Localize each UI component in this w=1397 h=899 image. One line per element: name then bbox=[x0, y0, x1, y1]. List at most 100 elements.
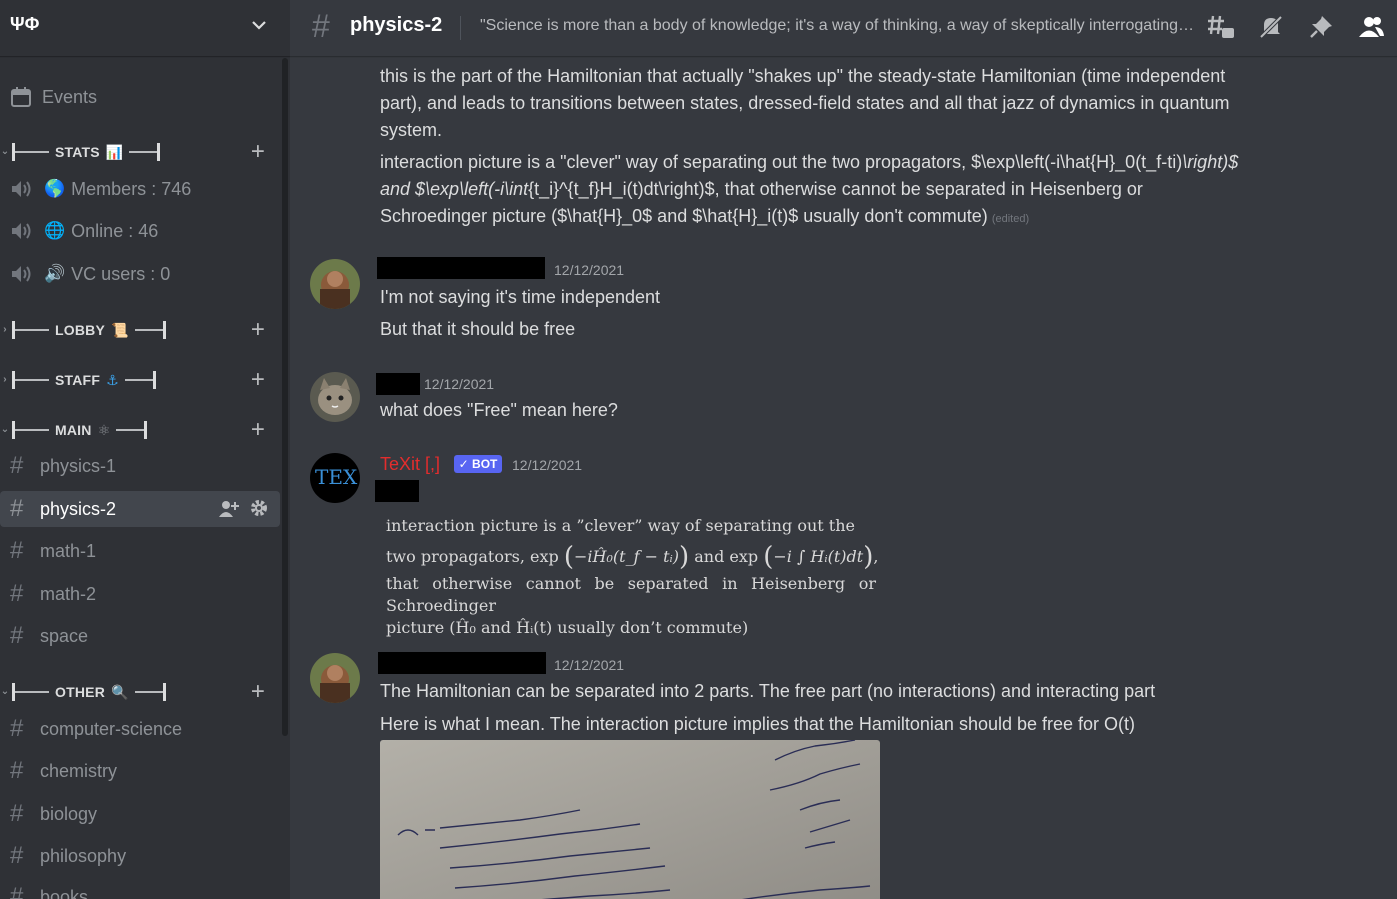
header-divider bbox=[460, 16, 461, 40]
channel-philosophy[interactable]: # philosophy bbox=[0, 838, 280, 874]
channel-label: Members : 746 bbox=[71, 178, 192, 199]
message-timestamp: 12/12/2021 bbox=[554, 262, 625, 278]
edited-label: (edited) bbox=[991, 213, 1030, 225]
message-content: The Hamiltonian can be separated into 2 … bbox=[380, 681, 1156, 701]
chevron-down-icon[interactable] bbox=[250, 16, 268, 34]
stat-channel-members[interactable]: 🌎 Members : 746 bbox=[0, 171, 280, 207]
message-content: this is the part of the Hamiltonian that… bbox=[380, 66, 1230, 140]
channel-books[interactable]: # books bbox=[0, 879, 280, 899]
redacted-mention bbox=[375, 480, 419, 502]
message-list: this is the part of the Hamiltonian that… bbox=[290, 56, 1397, 899]
redacted-username bbox=[376, 373, 420, 395]
channel-label: physics-2 bbox=[40, 498, 117, 519]
category-label: LOBBY bbox=[55, 322, 105, 338]
channel-math-1[interactable]: # math-1 bbox=[0, 533, 280, 569]
hash-icon: # bbox=[10, 452, 24, 479]
server-header[interactable]: ΨΦ bbox=[0, 0, 290, 56]
message-timestamp: 12/12/2021 bbox=[554, 657, 625, 673]
message-timestamp: 12/12/2021 bbox=[424, 376, 495, 392]
gear-icon[interactable] bbox=[250, 499, 268, 517]
header-toolbar bbox=[1206, 12, 1386, 42]
latex-render-image[interactable]: interaction picture is a ”clever” way of… bbox=[386, 510, 878, 639]
events-link[interactable]: Events bbox=[10, 84, 97, 110]
channel-label: philosophy bbox=[40, 845, 127, 866]
channel-label: physics-1 bbox=[40, 455, 117, 476]
category-other[interactable]: ⌄ OTHER 🔍 + bbox=[0, 680, 280, 704]
hash-icon: # bbox=[10, 757, 24, 784]
channel-label: VC users : 0 bbox=[71, 263, 171, 284]
speaker-icon bbox=[10, 179, 44, 199]
avatar[interactable] bbox=[310, 653, 360, 703]
channel-space[interactable]: # space bbox=[0, 618, 280, 654]
channel-label: chemistry bbox=[40, 760, 118, 781]
bot-username[interactable]: TeXit [,] bbox=[380, 454, 440, 475]
hash-icon: # bbox=[10, 800, 24, 827]
channel-label: math-1 bbox=[40, 540, 97, 561]
hash-icon: # bbox=[10, 715, 24, 742]
channel-sidebar: ΨΦ Events ⌄ STATS 📊 + 🌎 Members : 746 🌐 … bbox=[0, 0, 290, 899]
category-main[interactable]: ⌄ MAIN ⚛ + bbox=[0, 418, 280, 442]
channel-topic[interactable]: "Science is more than a body of knowledg… bbox=[480, 17, 1195, 35]
add-channel-icon[interactable]: + bbox=[248, 318, 268, 342]
add-channel-icon[interactable]: + bbox=[248, 368, 268, 392]
stat-channel-vc-users[interactable]: 🔊 VC users : 0 bbox=[0, 256, 280, 292]
pin-icon[interactable] bbox=[1306, 12, 1336, 42]
channel-header: # physics-2 "Science is more than a body… bbox=[290, 0, 1397, 56]
channel-label: computer-science bbox=[40, 718, 183, 739]
hash-icon: # bbox=[312, 8, 330, 44]
add-channel-icon[interactable]: + bbox=[248, 680, 268, 704]
category-lobby[interactable]: › LOBBY 📜 + bbox=[0, 318, 280, 342]
events-label: Events bbox=[42, 86, 98, 107]
bot-badge: ✓ BOT bbox=[454, 455, 502, 473]
category-stats[interactable]: ⌄ STATS 📊 + bbox=[0, 140, 280, 164]
texit-avatar[interactable]: TEX bbox=[310, 453, 360, 503]
speaker-emoji: 🔊 bbox=[44, 264, 66, 283]
chevron-down-icon: ⌄ bbox=[0, 146, 10, 157]
threads-icon[interactable] bbox=[1206, 12, 1236, 42]
channel-biology[interactable]: # biology bbox=[0, 796, 280, 832]
mute-bell-icon[interactable] bbox=[1256, 12, 1286, 42]
avatar[interactable] bbox=[310, 259, 360, 309]
channel-math-2[interactable]: # math-2 bbox=[0, 576, 280, 612]
avatar[interactable] bbox=[310, 372, 360, 422]
category-label: OTHER bbox=[55, 684, 105, 700]
redacted-username bbox=[377, 257, 545, 279]
message-content: interaction picture is a "clever" way of… bbox=[380, 152, 1239, 226]
message-content: Here is what I mean. The interaction pic… bbox=[380, 714, 1136, 734]
speaker-icon bbox=[10, 264, 44, 284]
add-channel-icon[interactable]: + bbox=[248, 140, 268, 164]
channel-title: physics-2 bbox=[350, 14, 443, 36]
add-member-icon[interactable] bbox=[218, 499, 240, 519]
globe-emoji: 🌐 bbox=[44, 221, 66, 240]
category-staff[interactable]: › STAFF ⚓ + bbox=[0, 368, 280, 392]
category-label: MAIN bbox=[55, 422, 92, 438]
scroll-emoji: 📜 bbox=[111, 321, 129, 338]
channel-label: Online : 46 bbox=[71, 220, 159, 241]
hash-icon: # bbox=[10, 580, 24, 607]
message-content: I'm not saying it's time independent bbox=[380, 287, 661, 307]
stat-channel-online[interactable]: 🌐 Online : 46 bbox=[0, 213, 280, 249]
anchor-emoji: ⚓ bbox=[106, 371, 119, 388]
channel-chemistry[interactable]: # chemistry bbox=[0, 753, 280, 789]
message-content: But that it should be free bbox=[380, 319, 576, 339]
redacted-username bbox=[378, 652, 546, 674]
category-label: STAFF bbox=[55, 372, 101, 388]
channel-physics-1[interactable]: # physics-1 bbox=[0, 448, 280, 484]
add-channel-icon[interactable]: + bbox=[248, 418, 268, 442]
channel-label: books bbox=[40, 886, 89, 899]
sidebar-scrollbar[interactable] bbox=[282, 58, 288, 736]
whiteboard-photo-attachment[interactable] bbox=[380, 740, 880, 899]
hash-icon: # bbox=[10, 883, 24, 899]
chevron-down-icon: ⌄ bbox=[0, 686, 10, 697]
hash-icon: # bbox=[10, 622, 24, 649]
members-icon[interactable] bbox=[1356, 12, 1386, 42]
chevron-right-icon: › bbox=[3, 324, 7, 335]
globe-emoji: 🌎 bbox=[44, 179, 66, 198]
chevron-down-icon: ⌄ bbox=[0, 424, 10, 435]
chevron-right-icon: › bbox=[3, 374, 7, 385]
speaker-icon bbox=[10, 221, 44, 241]
channel-label: math-2 bbox=[40, 583, 97, 604]
calendar-icon bbox=[11, 87, 31, 107]
channel-physics-2[interactable]: # physics-2 bbox=[0, 491, 280, 527]
channel-computer-science[interactable]: # computer-science bbox=[0, 711, 280, 747]
